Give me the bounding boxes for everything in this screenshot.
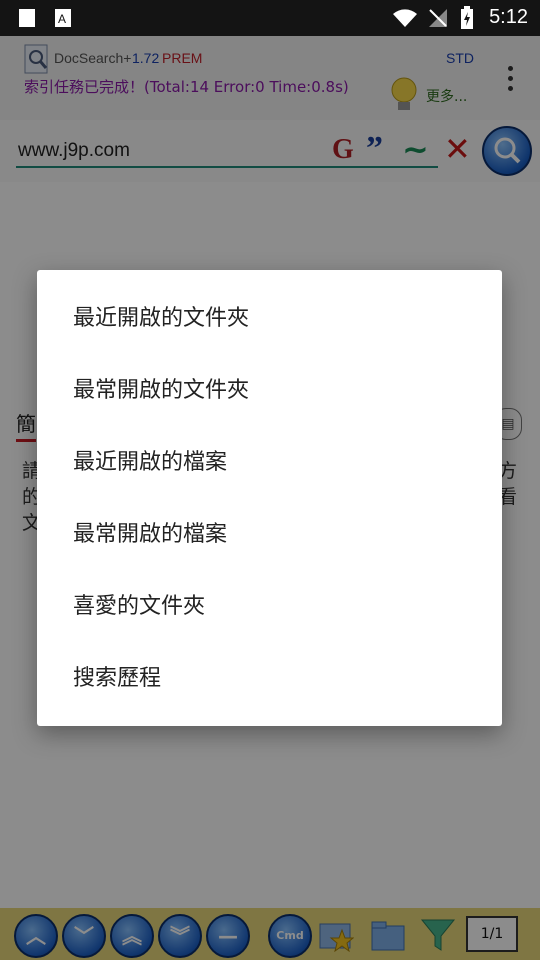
menu-item-recent-folders[interactable]: 最近開啟的文件夾: [37, 283, 502, 355]
menu-item-favorite-folders[interactable]: 喜愛的文件夾: [37, 571, 502, 643]
no-signal-icon: [429, 9, 447, 27]
clock: 5:12: [489, 6, 528, 28]
battery-charging-icon: [461, 6, 473, 29]
menu-item-frequent-folders[interactable]: 最常開啟的文件夾: [37, 355, 502, 427]
document-notification-icon: [19, 9, 35, 27]
history-menu-dialog: 最近開啟的文件夾 最常開啟的文件夾 最近開啟的檔案 最常開啟的檔案 喜愛的文件夾…: [37, 270, 502, 726]
menu-item-search-history[interactable]: 搜索歷程: [37, 643, 502, 715]
status-bar: A 5:12: [0, 0, 540, 36]
menu-item-frequent-files[interactable]: 最常開啟的檔案: [37, 499, 502, 571]
wifi-icon: [393, 9, 417, 27]
font-notification-icon: A: [55, 9, 71, 27]
menu-item-recent-files[interactable]: 最近開啟的檔案: [37, 427, 502, 499]
svg-text:A: A: [58, 12, 66, 26]
